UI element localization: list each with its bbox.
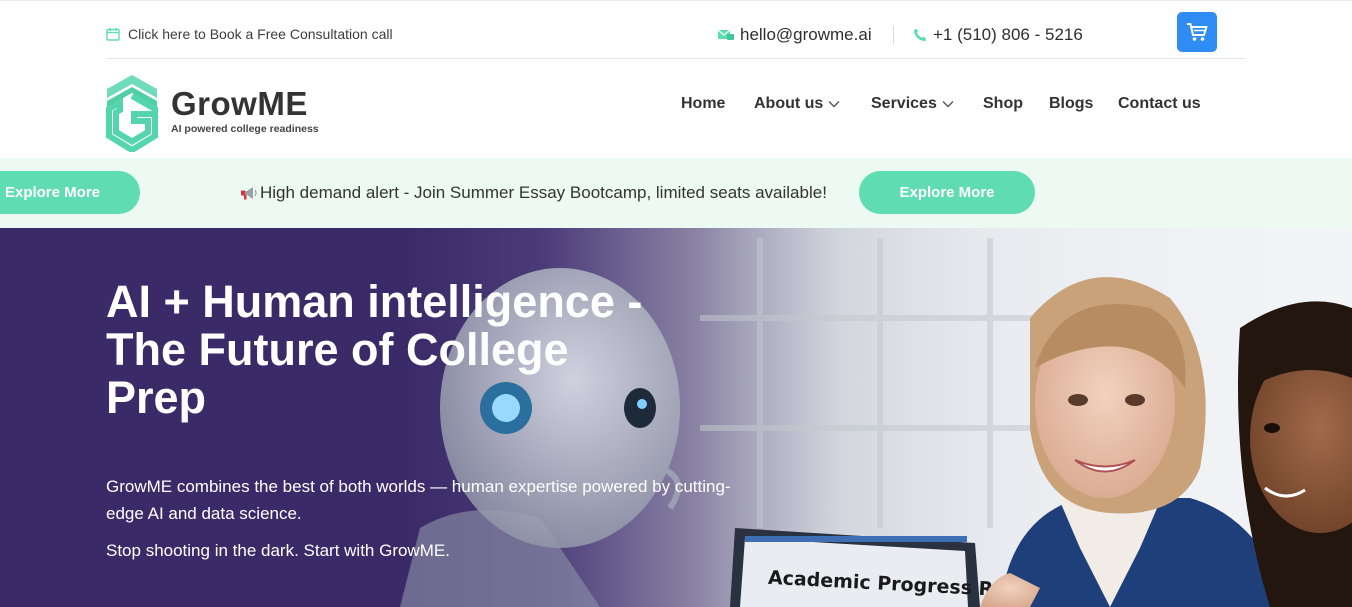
- explore-more-label: Explore More: [4, 184, 100, 201]
- email-link[interactable]: hello@growme.ai: [718, 25, 872, 45]
- phone-text: +1 (510) 806 - 5216: [933, 25, 1083, 44]
- brand-tagline: AI powered college readiness: [171, 123, 319, 135]
- nav-home[interactable]: Home: [681, 95, 725, 113]
- nav-shop[interactable]: Shop: [983, 95, 1023, 113]
- nav-contact-us[interactable]: Contact us: [1118, 95, 1201, 113]
- consultation-text: Click here to Book a Free Consultation c…: [128, 26, 393, 42]
- nav-about-us[interactable]: About us: [754, 95, 840, 113]
- logo-text: GrowME AI powered college readiness: [171, 86, 371, 136]
- nav-services-label: Services: [871, 95, 937, 112]
- nav-services[interactable]: Services: [871, 95, 954, 113]
- nav-shop-label: Shop: [983, 95, 1023, 112]
- announcement-message: High demand alert - Join Summer Essay Bo…: [260, 183, 827, 202]
- nav-home-label: Home: [681, 95, 726, 112]
- megaphone-icon: [241, 187, 257, 200]
- calendar-icon: [106, 28, 120, 41]
- email-icon: [718, 30, 734, 40]
- cart-button[interactable]: [1177, 12, 1217, 52]
- explore-more-button[interactable]: Explore More: [859, 171, 1035, 214]
- announcement-bar: Explore More High demand alert - Join Su…: [0, 158, 1352, 228]
- growme-logo-icon: [106, 75, 158, 152]
- topbar-rule: [106, 58, 1246, 59]
- hero-section: Academic Progress Report AI + Human inte…: [0, 228, 1352, 607]
- chevron-down-icon: [942, 101, 954, 108]
- hero-title: AI + Human intelligence - The Future of …: [106, 276, 643, 423]
- top-bar: Click here to Book a Free Consultation c…: [0, 0, 1352, 59]
- explore-more-button-left[interactable]: Explore More: [0, 171, 140, 214]
- nav-blogs-label: Blogs: [1049, 95, 1094, 112]
- phone-icon: [914, 28, 927, 41]
- consultation-link[interactable]: Click here to Book a Free Consultation c…: [106, 26, 393, 42]
- topbar-divider: [893, 26, 894, 44]
- explore-more-label: Explore More: [899, 184, 995, 201]
- nav-about-us-label: About us: [754, 95, 824, 112]
- hero-description: GrowME combines the best of both worlds …: [106, 477, 731, 523]
- nav-blogs[interactable]: Blogs: [1049, 95, 1093, 113]
- shopping-cart-icon: [1187, 23, 1208, 41]
- brand-name: GrowME: [171, 85, 308, 122]
- phone-link[interactable]: +1 (510) 806 - 5216: [913, 25, 1083, 45]
- email-text: hello@growme.ai: [740, 25, 872, 44]
- nav-contact-us-label: Contact us: [1118, 95, 1201, 112]
- announcement-text: High demand alert - Join Summer Essay Bo…: [240, 183, 827, 203]
- growme-logo[interactable]: GrowME AI powered college readiness: [106, 74, 319, 152]
- chevron-down-icon: [828, 101, 840, 108]
- hero-tagline: Stop shooting in the dark. Start with Gr…: [106, 541, 450, 560]
